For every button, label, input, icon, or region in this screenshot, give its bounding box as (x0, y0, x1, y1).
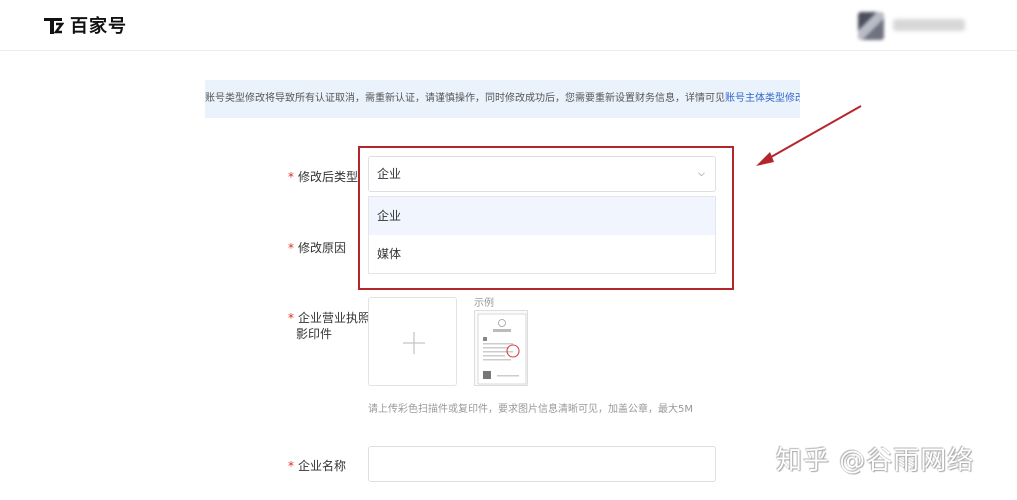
license-sample-thumbnail-icon (477, 313, 527, 385)
license-upload-box[interactable] (368, 297, 457, 386)
watermark: 知乎 @谷雨网络 (776, 446, 975, 476)
top-bar: 百家号 (0, 0, 1017, 51)
sample-label: 示例 (474, 298, 494, 309)
highlight-box (358, 146, 734, 290)
license-sample-image[interactable] (474, 310, 528, 386)
notice-text: 账号类型修改将导致所有认证取消，需重新认证，请谨慎操作，同时修改成功后，您需要重… (205, 93, 725, 104)
required-mark: * (288, 459, 294, 473)
company-name-input[interactable] (368, 446, 716, 482)
logo-text: 百家号 (70, 16, 127, 37)
type-label: * 修改后类型 (288, 170, 359, 184)
upload-hint: 请上传彩色扫描件或复印件，要求图片信息清晰可见，加盖公章，最大5M (368, 404, 693, 415)
username-blurred[interactable] (893, 19, 965, 31)
annotation-arrow-icon (756, 105, 862, 166)
required-mark: * (288, 311, 294, 325)
reason-label: * 修改原因 (288, 241, 347, 255)
license-label: * 企业营业执照 影印件 (288, 311, 371, 341)
logo[interactable]: 百家号 (42, 13, 127, 37)
plus-icon (403, 332, 425, 354)
required-mark: * (288, 241, 294, 255)
company-name-label: * 企业名称 (288, 459, 347, 473)
required-mark: * (288, 170, 294, 184)
notice-banner: 账号类型修改将导致所有认证取消，需重新认证，请谨慎操作，同时修改成功后，您需要重… (205, 80, 800, 118)
avatar[interactable] (858, 12, 884, 40)
baijiahao-logo-icon (44, 18, 64, 34)
